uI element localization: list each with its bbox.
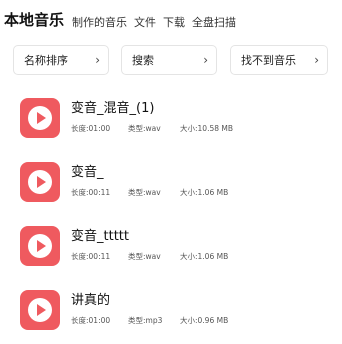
song-type: 类型:wav (128, 252, 161, 261)
chevron-right-icon: › (95, 53, 100, 67)
not-found-button[interactable]: 找不到音乐 › (230, 45, 328, 75)
play-button[interactable] (20, 290, 60, 330)
sort-label: 名称排序 (24, 54, 68, 67)
song-length: 长度:01:00 (71, 124, 111, 133)
play-icon (28, 234, 52, 258)
toolbar: 名称排序 › 搜索 › 找不到音乐 › (0, 45, 342, 75)
song-length: 长度:00:11 (71, 252, 111, 261)
play-icon (28, 298, 52, 322)
song-title: 讲真的 (71, 293, 111, 308)
song-item[interactable]: 讲真的 长度:01:00 类型:mp3 大小:0.96 MB (0, 278, 342, 342)
song-title: 变音_混音_(1) (71, 101, 155, 116)
song-type: 类型:mp3 (128, 316, 163, 325)
song-length: 长度:01:00 (71, 316, 111, 325)
song-size: 大小:1.06 MB (180, 252, 229, 261)
song-type: 类型:wav (128, 188, 161, 197)
top-tab-bar: 本地音乐 制作的音乐 文件 下载 全盘扫描 (4, 6, 243, 30)
tab-files[interactable]: 文件 (134, 14, 156, 30)
chevron-right-icon: › (314, 53, 319, 67)
song-type: 类型:wav (128, 124, 161, 133)
song-size: 大小:10.58 MB (180, 124, 233, 133)
song-title: 变音_ (71, 165, 104, 180)
song-item[interactable]: 变音_混音_(1) 长度:01:00 类型:wav 大小:10.58 MB (0, 86, 342, 150)
song-size: 大小:0.96 MB (180, 316, 229, 325)
song-length: 长度:00:11 (71, 188, 111, 197)
play-button[interactable] (20, 226, 60, 266)
play-icon (28, 106, 52, 130)
song-item[interactable]: 变音_ 长度:00:11 类型:wav 大小:1.06 MB (0, 150, 342, 214)
tab-full-scan[interactable]: 全盘扫描 (192, 14, 236, 30)
tab-downloads[interactable]: 下载 (163, 14, 185, 30)
chevron-right-icon: › (203, 53, 208, 67)
song-item[interactable]: 变音_ttttt 长度:00:11 类型:wav 大小:1.06 MB (0, 214, 342, 278)
search-label: 搜索 (132, 54, 154, 67)
song-title: 变音_ttttt (71, 229, 129, 244)
play-icon (28, 170, 52, 194)
tab-created-music[interactable]: 制作的音乐 (72, 14, 127, 30)
sort-button[interactable]: 名称排序 › (13, 45, 109, 75)
not-found-label: 找不到音乐 (241, 54, 296, 67)
tab-local-music[interactable]: 本地音乐 (4, 9, 64, 30)
search-button[interactable]: 搜索 › (121, 45, 217, 75)
song-list: 变音_混音_(1) 长度:01:00 类型:wav 大小:10.58 MB 变音… (0, 86, 342, 342)
song-size: 大小:1.06 MB (180, 188, 229, 197)
play-button[interactable] (20, 98, 60, 138)
play-button[interactable] (20, 162, 60, 202)
local-music-screen: 本地音乐 制作的音乐 文件 下载 全盘扫描 名称排序 › 搜索 › 找不到音乐 … (0, 0, 342, 344)
